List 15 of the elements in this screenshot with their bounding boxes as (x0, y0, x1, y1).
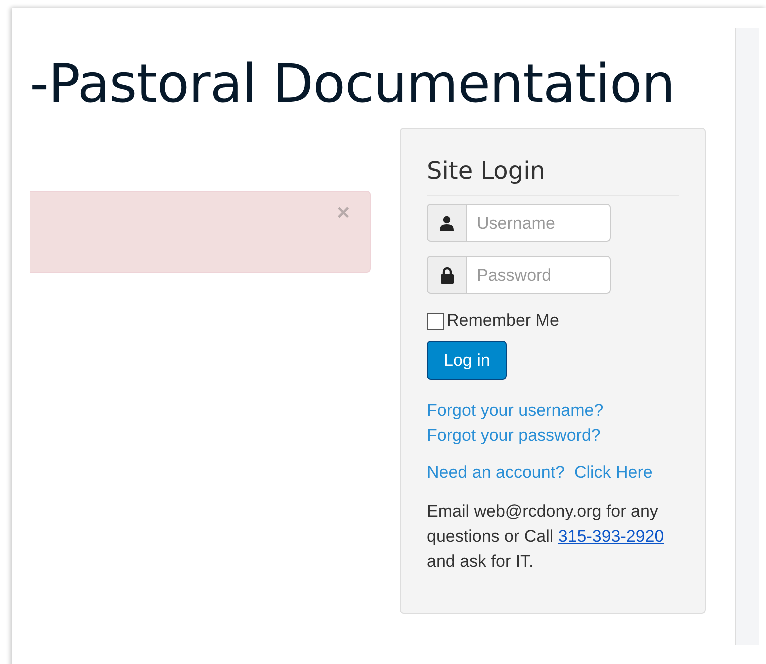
user-icon (440, 216, 454, 231)
panel-title: Site Login (427, 153, 679, 196)
password-field[interactable]: Password (467, 256, 611, 294)
close-button[interactable]: × (337, 202, 350, 224)
phone-link[interactable]: 315-393-2920 (558, 527, 664, 546)
checkbox[interactable] (427, 312, 444, 330)
username-field[interactable]: Username (467, 204, 611, 242)
checkbox-label: Remember Me (447, 310, 560, 332)
login-button[interactable]: Log in (427, 340, 508, 380)
signup-link[interactable]: Need an account? Click Here (427, 460, 679, 486)
page-title: -Pastoral Documentation (30, 56, 676, 114)
link[interactable]: Forgot your password? (427, 423, 679, 448)
lock-icon (440, 266, 454, 284)
help-text: Email web@rcdony.org for any questions or Call 315-393-2920 and ask for IT. (427, 501, 666, 574)
link[interactable]: Forgot your username? (427, 398, 679, 424)
